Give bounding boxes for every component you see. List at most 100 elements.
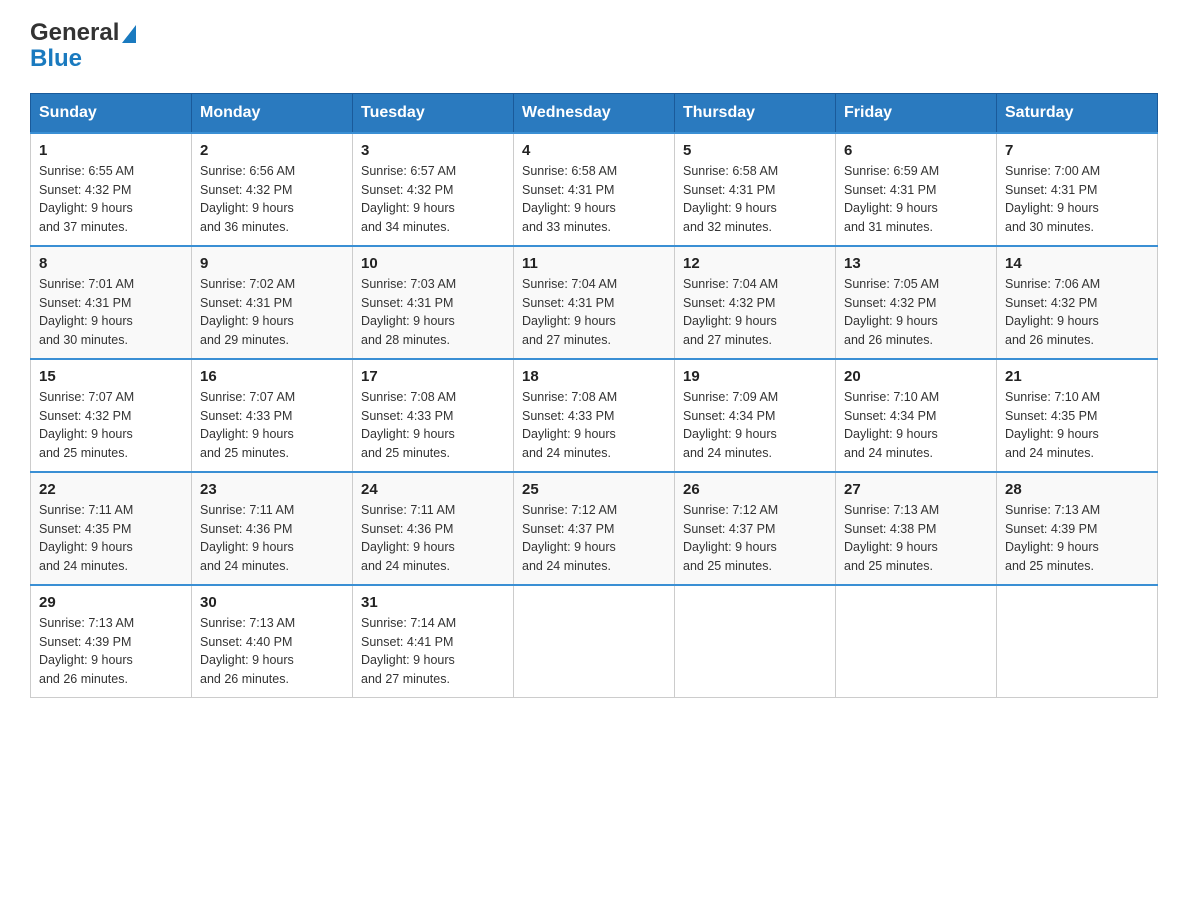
day-number: 15 <box>39 368 183 385</box>
day-number: 18 <box>522 368 666 385</box>
day-number: 23 <box>200 481 344 498</box>
col-friday: Friday <box>836 93 997 133</box>
week-row-5: 29 Sunrise: 7:13 AMSunset: 4:39 PMDayligh… <box>31 585 1158 698</box>
calendar-cell: 16Sunrise: 7:07 AMSunset: 4:33 PMDayligh… <box>192 359 353 472</box>
day-info: Sunrise: 7:04 AMSunset: 4:31 PMDaylight:… <box>522 275 666 350</box>
day-info: Sunrise: 7:02 AMSunset: 4:31 PMDaylight:… <box>200 275 344 350</box>
day-number: 30 <box>200 594 344 611</box>
day-info: Sunrise: 7:13 AMSunset: 4:38 PMDaylight:… <box>844 501 988 576</box>
day-number: 21 <box>1005 368 1149 385</box>
calendar-cell: 8 Sunrise: 7:01 AMSunset: 4:31 PMDaylight… <box>31 246 192 359</box>
logo: GeneralBlue <box>30 20 136 73</box>
day-info: Sunrise: 6:57 AMSunset: 4:32 PMDaylight:… <box>361 162 505 237</box>
day-number: 4 <box>522 142 666 159</box>
calendar-cell: 27 Sunrise: 7:13 AMSunset: 4:38 PMDayligh… <box>836 472 997 585</box>
day-info: Sunrise: 6:58 AMSunset: 4:31 PMDaylight:… <box>683 162 827 237</box>
calendar-cell: 15 Sunrise: 7:07 AMSunset: 4:32 PMDayligh… <box>31 359 192 472</box>
calendar-cell <box>997 585 1158 698</box>
calendar-cell: 21 Sunrise: 7:10 AMSunset: 4:35 PMDayligh… <box>997 359 1158 472</box>
day-number: 2 <box>200 142 344 159</box>
calendar-cell: 10 Sunrise: 7:03 AMSunset: 4:31 PMDayligh… <box>353 246 514 359</box>
week-row-4: 22 Sunrise: 7:11 AMSunset: 4:35 PMDayligh… <box>31 472 1158 585</box>
calendar-cell: 17Sunrise: 7:08 AMSunset: 4:33 PMDayligh… <box>353 359 514 472</box>
week-row-1: 1 Sunrise: 6:55 AMSunset: 4:32 PMDaylight… <box>31 133 1158 246</box>
day-info: Sunrise: 7:07 AMSunset: 4:33 PMDaylight:… <box>200 388 344 463</box>
calendar-cell: 6 Sunrise: 6:59 AMSunset: 4:31 PMDaylight… <box>836 133 997 246</box>
week-row-3: 15 Sunrise: 7:07 AMSunset: 4:32 PMDayligh… <box>31 359 1158 472</box>
calendar-cell: 19 Sunrise: 7:09 AMSunset: 4:34 PMDayligh… <box>675 359 836 472</box>
day-info: Sunrise: 7:03 AMSunset: 4:31 PMDaylight:… <box>361 275 505 350</box>
day-info: Sunrise: 7:07 AMSunset: 4:32 PMDaylight:… <box>39 388 183 463</box>
day-info: Sunrise: 7:13 AMSunset: 4:40 PMDaylight:… <box>200 614 344 689</box>
day-info: Sunrise: 7:09 AMSunset: 4:34 PMDaylight:… <box>683 388 827 463</box>
col-monday: Monday <box>192 93 353 133</box>
col-thursday: Thursday <box>675 93 836 133</box>
day-number: 11 <box>522 255 666 272</box>
day-number: 10 <box>361 255 505 272</box>
day-info: Sunrise: 7:11 AMSunset: 4:35 PMDaylight:… <box>39 501 183 576</box>
calendar-cell: 11 Sunrise: 7:04 AMSunset: 4:31 PMDayligh… <box>514 246 675 359</box>
calendar-cell: 22 Sunrise: 7:11 AMSunset: 4:35 PMDayligh… <box>31 472 192 585</box>
col-sunday: Sunday <box>31 93 192 133</box>
day-number: 20 <box>844 368 988 385</box>
col-saturday: Saturday <box>997 93 1158 133</box>
day-info: Sunrise: 7:11 AMSunset: 4:36 PMDaylight:… <box>200 501 344 576</box>
day-number: 3 <box>361 142 505 159</box>
day-info: Sunrise: 7:08 AMSunset: 4:33 PMDaylight:… <box>361 388 505 463</box>
day-number: 31 <box>361 594 505 611</box>
day-number: 6 <box>844 142 988 159</box>
day-number: 13 <box>844 255 988 272</box>
day-number: 9 <box>200 255 344 272</box>
calendar-cell <box>514 585 675 698</box>
day-info: Sunrise: 7:05 AMSunset: 4:32 PMDaylight:… <box>844 275 988 350</box>
calendar-cell: 28 Sunrise: 7:13 AMSunset: 4:39 PMDayligh… <box>997 472 1158 585</box>
day-number: 8 <box>39 255 183 272</box>
day-info: Sunrise: 7:13 AMSunset: 4:39 PMDaylight:… <box>1005 501 1149 576</box>
day-info: Sunrise: 7:13 AMSunset: 4:39 PMDaylight:… <box>39 614 183 689</box>
day-info: Sunrise: 6:59 AMSunset: 4:31 PMDaylight:… <box>844 162 988 237</box>
calendar-cell: 9 Sunrise: 7:02 AMSunset: 4:31 PMDaylight… <box>192 246 353 359</box>
col-wednesday: Wednesday <box>514 93 675 133</box>
calendar-cell: 3 Sunrise: 6:57 AMSunset: 4:32 PMDaylight… <box>353 133 514 246</box>
day-number: 5 <box>683 142 827 159</box>
day-number: 1 <box>39 142 183 159</box>
day-info: Sunrise: 6:58 AMSunset: 4:31 PMDaylight:… <box>522 162 666 237</box>
page-header: GeneralBlue <box>30 20 1158 73</box>
calendar-cell: 26 Sunrise: 7:12 AMSunset: 4:37 PMDayligh… <box>675 472 836 585</box>
day-number: 22 <box>39 481 183 498</box>
day-info: Sunrise: 7:04 AMSunset: 4:32 PMDaylight:… <box>683 275 827 350</box>
day-info: Sunrise: 7:12 AMSunset: 4:37 PMDaylight:… <box>522 501 666 576</box>
calendar-cell: 4 Sunrise: 6:58 AMSunset: 4:31 PMDaylight… <box>514 133 675 246</box>
col-tuesday: Tuesday <box>353 93 514 133</box>
calendar-cell: 25Sunrise: 7:12 AMSunset: 4:37 PMDayligh… <box>514 472 675 585</box>
calendar-cell: 14Sunrise: 7:06 AMSunset: 4:32 PMDayligh… <box>997 246 1158 359</box>
calendar-cell: 30 Sunrise: 7:13 AMSunset: 4:40 PMDayligh… <box>192 585 353 698</box>
calendar-table: Sunday Monday Tuesday Wednesday Thursday… <box>30 93 1158 698</box>
day-number: 28 <box>1005 481 1149 498</box>
day-number: 24 <box>361 481 505 498</box>
calendar-cell: 20 Sunrise: 7:10 AMSunset: 4:34 PMDayligh… <box>836 359 997 472</box>
day-number: 7 <box>1005 142 1149 159</box>
day-number: 29 <box>39 594 183 611</box>
calendar-cell: 1 Sunrise: 6:55 AMSunset: 4:32 PMDaylight… <box>31 133 192 246</box>
day-number: 12 <box>683 255 827 272</box>
day-info: Sunrise: 7:10 AMSunset: 4:34 PMDaylight:… <box>844 388 988 463</box>
calendar-cell: 23 Sunrise: 7:11 AMSunset: 4:36 PMDayligh… <box>192 472 353 585</box>
day-info: Sunrise: 7:01 AMSunset: 4:31 PMDaylight:… <box>39 275 183 350</box>
calendar-cell: 2 Sunrise: 6:56 AMSunset: 4:32 PMDaylight… <box>192 133 353 246</box>
day-info: Sunrise: 7:10 AMSunset: 4:35 PMDaylight:… <box>1005 388 1149 463</box>
calendar-cell: 24Sunrise: 7:11 AMSunset: 4:36 PMDayligh… <box>353 472 514 585</box>
calendar-cell: 12 Sunrise: 7:04 AMSunset: 4:32 PMDayligh… <box>675 246 836 359</box>
day-number: 27 <box>844 481 988 498</box>
day-number: 26 <box>683 481 827 498</box>
day-info: Sunrise: 7:12 AMSunset: 4:37 PMDaylight:… <box>683 501 827 576</box>
day-info: Sunrise: 7:06 AMSunset: 4:32 PMDaylight:… <box>1005 275 1149 350</box>
day-info: Sunrise: 7:08 AMSunset: 4:33 PMDaylight:… <box>522 388 666 463</box>
calendar-cell: 7Sunrise: 7:00 AMSunset: 4:31 PMDaylight… <box>997 133 1158 246</box>
day-info: Sunrise: 6:55 AMSunset: 4:32 PMDaylight:… <box>39 162 183 237</box>
day-number: 19 <box>683 368 827 385</box>
day-info: Sunrise: 6:56 AMSunset: 4:32 PMDaylight:… <box>200 162 344 237</box>
day-info: Sunrise: 7:14 AMSunset: 4:41 PMDaylight:… <box>361 614 505 689</box>
calendar-header-row: Sunday Monday Tuesday Wednesday Thursday… <box>31 93 1158 133</box>
calendar-cell: 13 Sunrise: 7:05 AMSunset: 4:32 PMDayligh… <box>836 246 997 359</box>
